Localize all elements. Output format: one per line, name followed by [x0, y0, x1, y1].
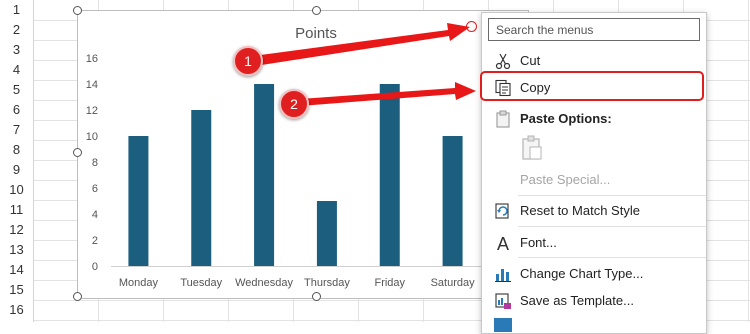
- arrow-2: [300, 82, 476, 106]
- callout-badge-1: 1: [233, 46, 263, 76]
- arrow-1: [253, 23, 470, 66]
- callout-badge-2: 2: [279, 89, 309, 119]
- annotation-arrows: [253, 23, 476, 106]
